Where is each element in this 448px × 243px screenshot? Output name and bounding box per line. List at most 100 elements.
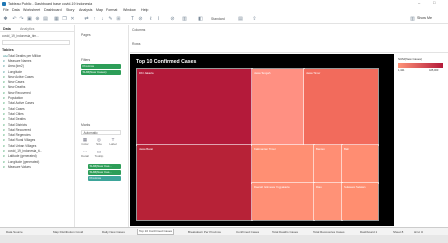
treemap-cell[interactable]: Banten bbox=[313, 144, 343, 184]
sheet-tab[interactable]: Breakdown Per Province bbox=[188, 230, 221, 234]
device-preview-icon[interactable]: ▥ bbox=[182, 16, 187, 22]
maximize-button[interactable]: □ bbox=[433, 0, 435, 5]
menu-worksheet[interactable]: Worksheet bbox=[23, 8, 40, 12]
menu-window[interactable]: Window bbox=[123, 8, 136, 12]
menu-help[interactable]: Help bbox=[141, 8, 148, 12]
sheet-tab[interactable]: Confirmed Cases bbox=[236, 230, 259, 234]
swap-icon[interactable]: ⇄ bbox=[84, 16, 89, 22]
fit-mode-dropdown[interactable]: Standard bbox=[211, 17, 225, 21]
undo-icon[interactable]: ↶ bbox=[12, 16, 17, 22]
detail-mark-button[interactable]: ⋯ Detail bbox=[79, 149, 91, 158]
duplicate-icon[interactable]: ❐ bbox=[62, 16, 67, 22]
treemap-cell-label: Sulawesi Selatan bbox=[344, 185, 366, 189]
field-search-input[interactable] bbox=[2, 40, 70, 45]
treemap-cell[interactable]: Riau bbox=[313, 182, 343, 221]
menu-bar: File Data Worksheet Dashboard Story Anal… bbox=[0, 7, 448, 13]
menu-analysis[interactable]: Analysis bbox=[79, 8, 92, 12]
fix-axes-icon[interactable]: ⊘ bbox=[170, 16, 175, 22]
menu-file[interactable]: File bbox=[3, 8, 9, 12]
sheet-tab-active[interactable]: Top 10 Confirmed Cases bbox=[137, 228, 175, 235]
label-icon[interactable]: T bbox=[130, 16, 135, 22]
sheet-tab[interactable]: Total Recoveries Cases bbox=[313, 230, 345, 234]
status-bar bbox=[0, 235, 448, 243]
rows-shelf[interactable]: Rows bbox=[132, 42, 140, 46]
field-name: Total Deaths per Million bbox=[8, 53, 42, 58]
menu-format[interactable]: Format bbox=[106, 8, 117, 12]
marks-pill[interactable]: SUM(New Cas... bbox=[88, 170, 121, 175]
treemap-cell[interactable]: DKI Jakarta bbox=[136, 68, 253, 146]
tableau-app-icon bbox=[2, 1, 6, 6]
viz-canvas[interactable]: Top 10 Confirmed Cases DKI Jakarta Jawa B… bbox=[130, 54, 394, 226]
sheet-tab[interactable]: Data Source bbox=[6, 230, 23, 234]
treemap-cell[interactable]: Jawa Barat bbox=[136, 144, 253, 221]
chart-icon[interactable]: ▤ bbox=[238, 16, 243, 22]
filter-pill[interactable]: SUM(New Cases) bbox=[81, 70, 121, 75]
new-sheet-icon[interactable]: ⊞ ⊟ ⊡ bbox=[414, 230, 423, 234]
treemap-cell[interactable]: Sulawesi Selatan bbox=[341, 182, 379, 221]
clear-icon[interactable]: ✕ bbox=[70, 16, 75, 22]
field-name: Total Deaths bbox=[8, 117, 26, 122]
tab-data[interactable]: Data bbox=[3, 27, 11, 31]
fit-icon: ◧ bbox=[198, 15, 203, 22]
highlight-icon[interactable]: ✎ bbox=[108, 16, 113, 22]
save-icon[interactable]: ▣ bbox=[27, 16, 32, 22]
field-name: New Deaths bbox=[8, 85, 26, 90]
share-icon[interactable]: ⇧ bbox=[252, 16, 257, 22]
menu-story[interactable]: Story bbox=[66, 8, 74, 12]
window-titlebar: Tableau Public - Dashboard base covid-19… bbox=[0, 0, 448, 7]
group-icon[interactable]: ⊞ bbox=[116, 16, 121, 22]
field-name: New Cases bbox=[8, 80, 25, 85]
label-mark-button[interactable]: T Label bbox=[107, 137, 119, 146]
minimize-button[interactable]: – bbox=[418, 0, 420, 5]
sort-asc-icon[interactable]: ↑ bbox=[92, 16, 97, 22]
columns-shelf[interactable]: Columns bbox=[132, 28, 145, 32]
mark-button-label: Detail bbox=[81, 154, 89, 158]
field-item[interactable]: # Measure Values bbox=[3, 164, 73, 169]
size-mark-button[interactable]: ◎ Size bbox=[93, 137, 105, 146]
sheet-tab[interactable]: Daily New Cases bbox=[102, 230, 125, 234]
treemap-cell[interactable]: Kalimantan Timur bbox=[251, 144, 315, 184]
data-pane: Data Analytics covid_19_indonesia_tim...… bbox=[0, 25, 75, 227]
format-icon[interactable]: ℓ bbox=[148, 16, 153, 22]
marks-label-icon[interactable]: ⌇ bbox=[156, 16, 161, 22]
sheet-tab[interactable]: Map Distribution Covid bbox=[53, 230, 83, 234]
treemap-cell[interactable]: Bali bbox=[341, 144, 379, 184]
tooltip-mark-button[interactable]: ▭ Tooltip bbox=[93, 149, 105, 158]
treemap-cell[interactable]: Jawa Timur bbox=[303, 68, 379, 146]
treemap: DKI Jakarta Jawa Barat Jawa Tengah Jawa Tim… bbox=[136, 68, 379, 221]
menu-dashboard[interactable]: Dashboard bbox=[44, 8, 62, 12]
tables-heading: Tables bbox=[2, 48, 14, 52]
filter-pill[interactable]: Province bbox=[81, 64, 121, 69]
field-name: covid_19_indonesia_ti... bbox=[8, 148, 43, 153]
show-me-button[interactable]: Show Me bbox=[417, 16, 432, 20]
sheet-tab[interactable]: Sheet 8 bbox=[393, 230, 403, 234]
field-name: Total Active Cases bbox=[8, 101, 35, 106]
pin-icon[interactable]: ⊘ bbox=[138, 16, 143, 22]
color-mark-button[interactable]: ▦ Color bbox=[79, 137, 91, 146]
menu-map[interactable]: Map bbox=[96, 8, 103, 12]
sheet-tab[interactable]: Total Deaths Cases bbox=[272, 230, 298, 234]
window-title: Tableau Public - Dashboard base covid-19… bbox=[8, 1, 93, 6]
mark-type-dropdown[interactable]: Automatic bbox=[81, 130, 121, 135]
legend-gradient bbox=[398, 63, 443, 68]
sheet-tab[interactable]: Dashboard 1 bbox=[360, 230, 377, 234]
field-name: Population bbox=[8, 96, 24, 101]
treemap-cell[interactable]: Daerah Istimewa Yogyakarta bbox=[251, 182, 315, 221]
legend-max: 425,000 bbox=[429, 69, 439, 72]
datasource-name[interactable]: covid_19_indonesia_tim... bbox=[2, 34, 39, 38]
pause-icon[interactable]: ▤ bbox=[43, 16, 48, 22]
marks-pill[interactable]: Province bbox=[88, 176, 121, 181]
field-name: Total Districts bbox=[8, 122, 27, 127]
menu-data[interactable]: Data bbox=[12, 8, 20, 12]
treemap-cell-label: Jawa Tengah bbox=[254, 71, 271, 75]
toolbar: ✱ ↶ ↷ ▣ ⊕ ▤ ▦ ❐ ✕ ⇄ ↑ ↓ ✎ ⊞ T ⊘ ℓ ⌇ ⊘ ▥ … bbox=[0, 14, 448, 24]
new-sheet-icon[interactable]: ▦ bbox=[54, 16, 59, 22]
redo-icon[interactable]: ↷ bbox=[19, 16, 24, 22]
treemap-cell[interactable]: Jawa Tengah bbox=[251, 68, 305, 146]
sort-desc-icon[interactable]: ↓ bbox=[100, 16, 105, 22]
tab-analytics[interactable]: Analytics bbox=[20, 27, 34, 31]
new-datasource-icon[interactable]: ⊕ bbox=[35, 16, 40, 22]
pages-shelf-title: Pages bbox=[81, 33, 91, 37]
marks-pill[interactable]: SUM(New Cas... bbox=[88, 164, 121, 169]
marks-card-title: Marks bbox=[81, 123, 91, 127]
